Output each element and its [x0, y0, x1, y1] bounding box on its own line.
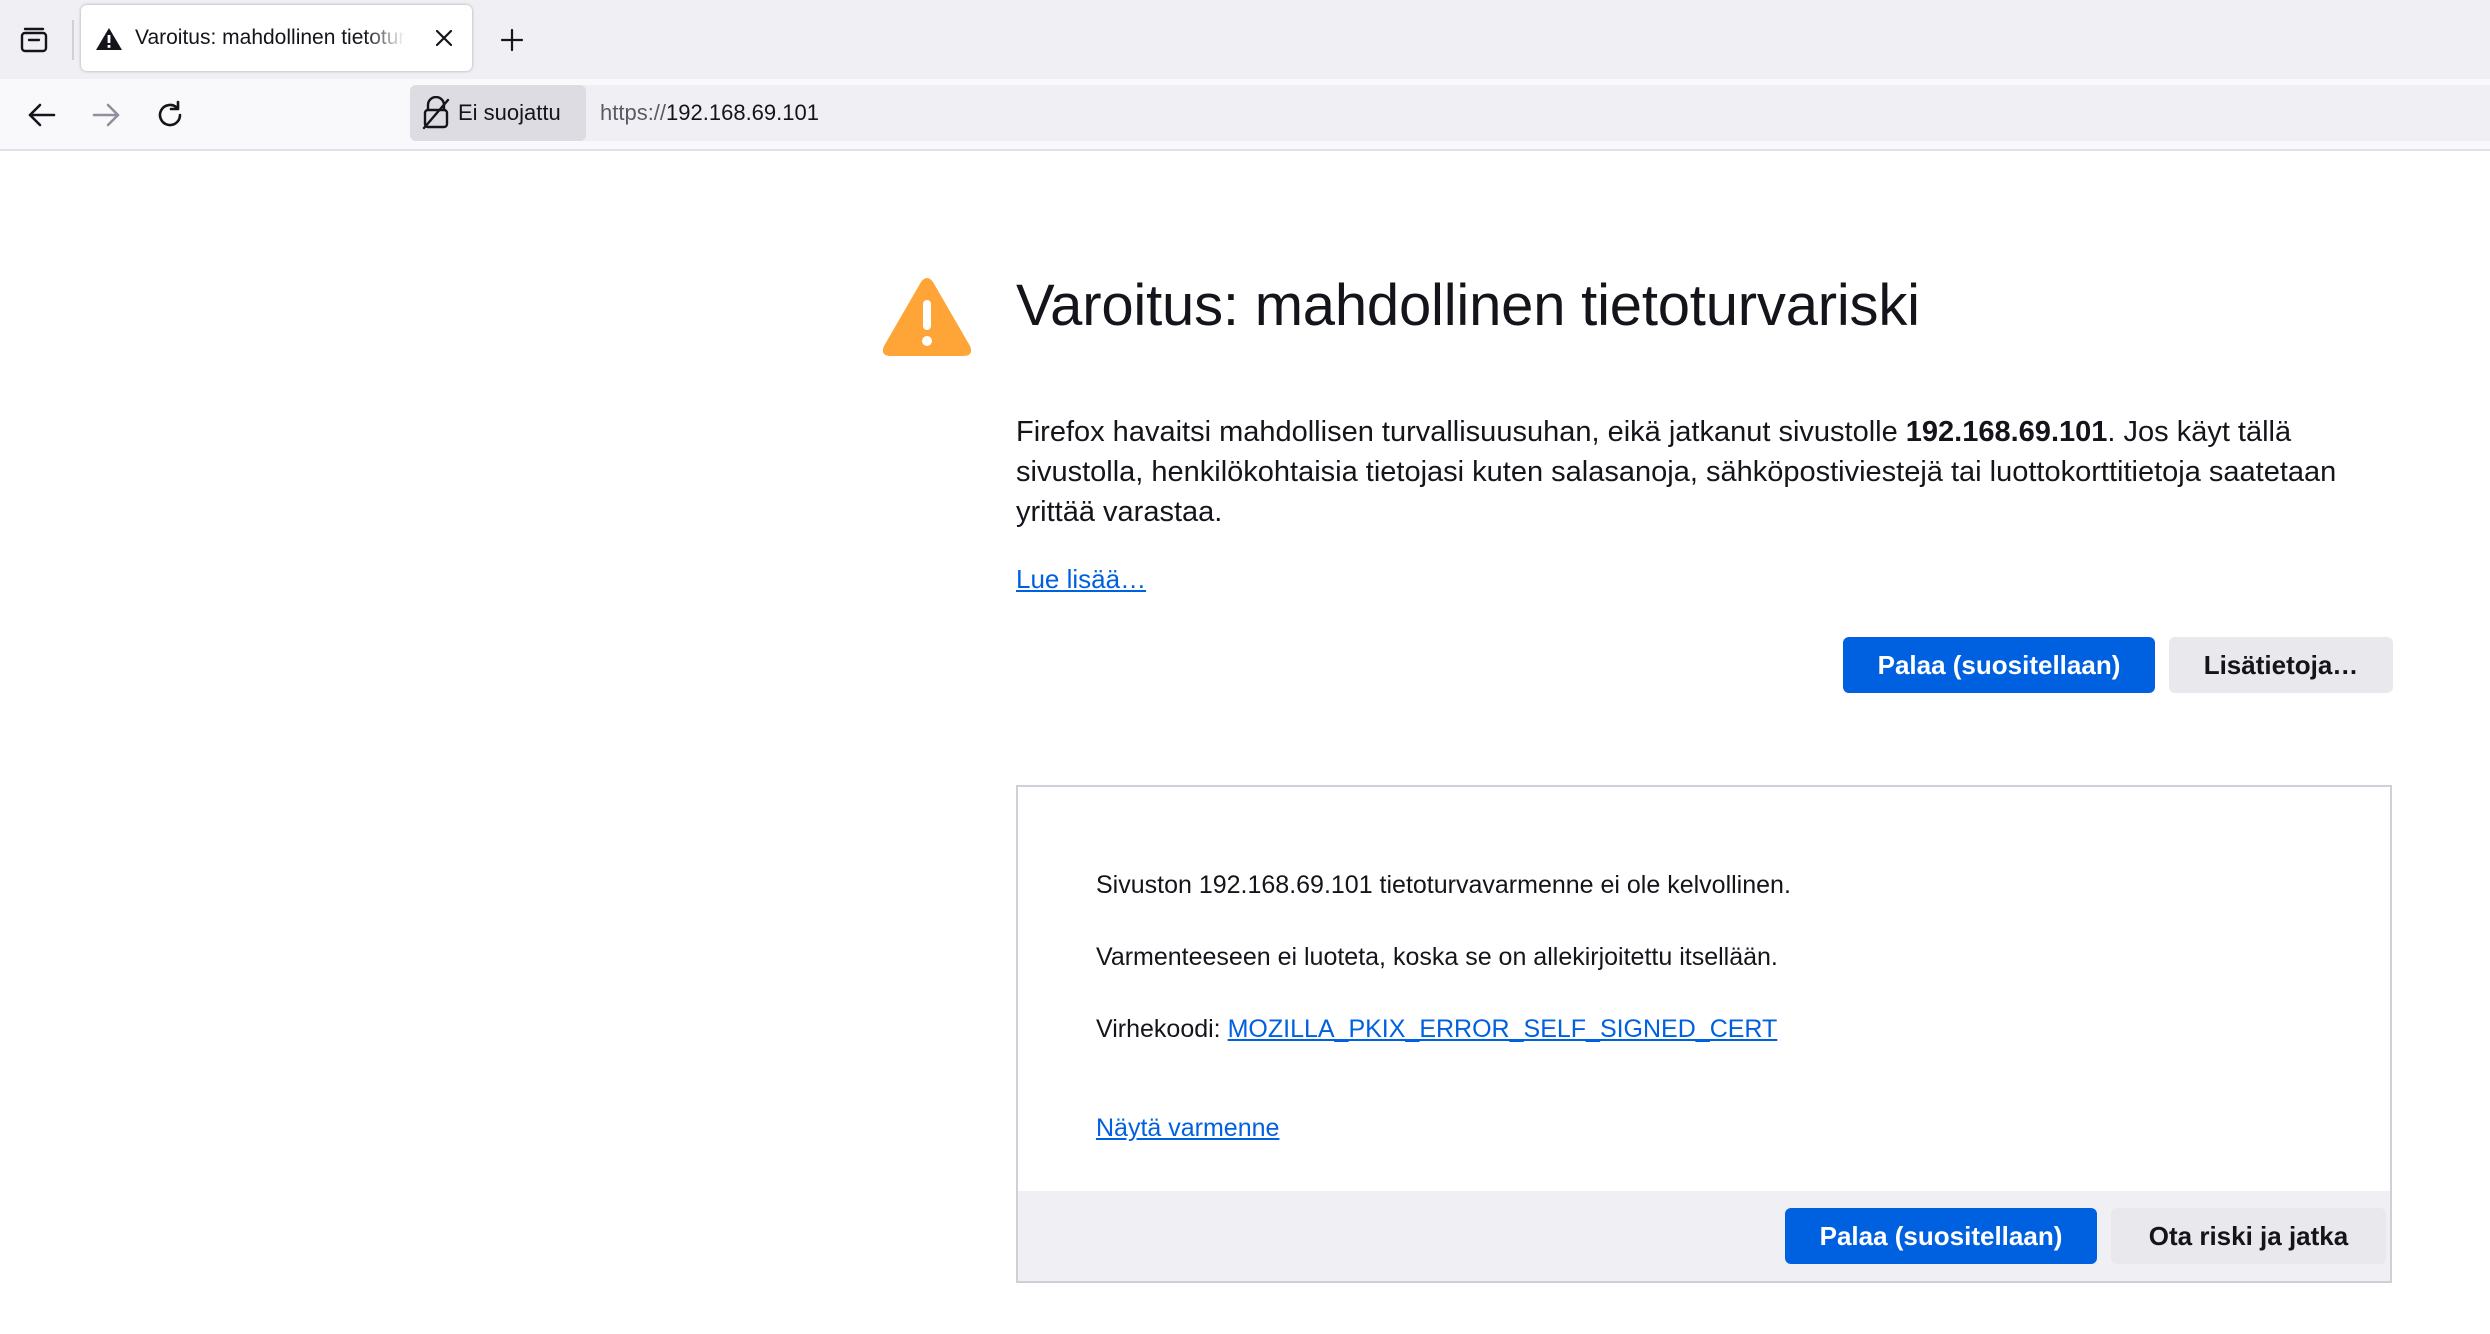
- plus-icon: [500, 28, 524, 52]
- certificate-invalid-text: Sivuston 192.168.69.101 tietoturvavarmen…: [1096, 871, 1791, 899]
- url-text[interactable]: https://192.168.69.101: [600, 85, 819, 141]
- new-tab-button[interactable]: [492, 20, 532, 60]
- url-host: 192.168.69.101: [666, 100, 819, 125]
- advanced-panel-footer: Palaa (suositellaan) Ota riski ja jatka: [1018, 1191, 2390, 1281]
- go-back-button[interactable]: Palaa (suositellaan): [1843, 637, 2155, 693]
- list-all-tabs-button[interactable]: [14, 20, 54, 60]
- forward-button[interactable]: [84, 93, 128, 137]
- self-signed-text: Varmenteeseen ei luoteta, koska se on al…: [1096, 943, 1778, 971]
- error-code-link[interactable]: MOZILLA_PKIX_ERROR_SELF_SIGNED_CERT: [1228, 1015, 1778, 1043]
- tabs-list-icon: [20, 27, 48, 53]
- tab-separator: [72, 20, 74, 60]
- accept-risk-button[interactable]: Ota riski ja jatka: [2111, 1208, 2386, 1264]
- arrow-right-icon: [92, 103, 120, 127]
- warning-icon: [882, 278, 972, 356]
- back-button[interactable]: [20, 93, 64, 137]
- url-bar[interactable]: Ei suojattu https://192.168.69.101: [410, 85, 2490, 141]
- description-text: Firefox havaitsi mahdollisen turvallisuu…: [1016, 416, 1906, 448]
- close-tab-button[interactable]: [430, 24, 458, 52]
- error-code-line: Virhekoodi: MOZILLA_PKIX_ERROR_SELF_SIGN…: [1096, 1015, 1777, 1044]
- close-icon: [435, 29, 453, 47]
- advanced-button[interactable]: Lisätietoja…: [2169, 637, 2393, 693]
- arrow-left-icon: [28, 103, 56, 127]
- view-certificate-link[interactable]: Näytä varmenne: [1096, 1114, 1279, 1143]
- reload-button[interactable]: [148, 93, 192, 137]
- insecure-lock-icon: [422, 96, 450, 130]
- navigation-toolbar: Ei suojattu https://192.168.69.101: [0, 79, 2490, 151]
- tab-bar: Varoitus: mahdollinen tietoturvariski: [0, 0, 2490, 79]
- go-back-button-secondary[interactable]: Palaa (suositellaan): [1785, 1208, 2097, 1264]
- learn-more-link[interactable]: Lue lisää…: [1016, 564, 1146, 595]
- reload-icon: [158, 100, 182, 127]
- error-description: Firefox havaitsi mahdollisen turvallisuu…: [1016, 412, 2406, 532]
- page-title: Varoitus: mahdollinen tietoturvariski: [1016, 273, 1920, 338]
- tab-title: Varoitus: mahdollinen tietoturvariski: [135, 26, 405, 49]
- active-tab[interactable]: Varoitus: mahdollinen tietoturvariski: [81, 5, 472, 71]
- site-identity-button[interactable]: Ei suojattu: [410, 85, 586, 141]
- warning-icon: [96, 28, 122, 50]
- description-host: 192.168.69.101: [1905, 416, 2108, 448]
- not-secure-label: Ei suojattu: [458, 100, 561, 125]
- advanced-panel: Sivuston 192.168.69.101 tietoturvavarmen…: [1016, 785, 2392, 1283]
- url-scheme: https://: [600, 100, 667, 125]
- error-code-label: Virhekoodi:: [1096, 1015, 1228, 1043]
